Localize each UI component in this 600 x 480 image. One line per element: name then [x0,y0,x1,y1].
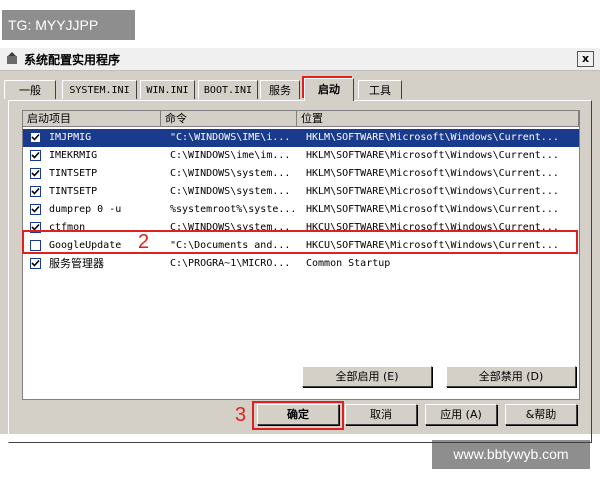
item-name: IMEKRMIG [49,150,98,161]
highlight-google-update-row [22,230,578,254]
list-header: 启动项目 命令 位置 [23,111,579,127]
checkbox[interactable] [30,258,41,269]
check-icon [31,169,40,177]
check-icon [31,187,40,195]
checkbox[interactable] [30,132,41,143]
list-item[interactable]: TINTSETP C:\WINDOWS\system... HKLM\SOFTW… [23,165,579,183]
item-command: C:\PROGRA~1\MICRO... [170,258,291,269]
item-location: HKLM\SOFTWARE\Microsoft\Windows\Current.… [306,204,559,215]
check-icon [31,151,40,159]
tab-win-ini[interactable]: WIN.INI [140,80,195,99]
window-title: 系统配置实用程序 [24,53,121,67]
item-command: C:\WINDOWS\ime\im... [170,150,291,161]
watermark-top: TG: MYYJJPP [2,10,135,40]
item-name: IMJPMIG [49,132,92,143]
item-name: TINTSETP [49,186,98,197]
disable-all-button[interactable]: 全部禁用 (D) [446,366,576,387]
apply-button[interactable]: 应用 (A) [425,404,497,425]
check-icon [31,205,40,213]
tab-tools[interactable]: 工具 [358,80,402,99]
annotation-3: 3 [235,404,247,426]
column-startup-item[interactable]: 启动项目 [23,111,161,127]
list-item[interactable]: IMJPMIG "C:\WINDOWS\IME\i... HKLM\SOFTWA… [23,129,579,147]
item-name: TINTSETP [49,168,98,179]
app-icon [6,52,18,65]
checkbox[interactable] [30,168,41,179]
list-item[interactable]: TINTSETP C:\WINDOWS\system... HKLM\SOFTW… [23,183,579,201]
tab-general[interactable]: 一般 [4,80,56,99]
item-name: 服务管理器 [49,257,104,270]
tab-boot-ini[interactable]: BOOT.INI [198,80,258,99]
item-name: dumprep 0 -u [49,204,122,215]
list-item[interactable]: IMEKRMIG C:\WINDOWS\ime\im... HKLM\SOFTW… [23,147,579,165]
check-icon [31,133,40,141]
annotation-2: 2 [138,231,150,253]
checkbox[interactable] [30,204,41,215]
close-button[interactable]: x [577,51,594,67]
check-icon [31,259,40,267]
watermark-bottom: www.bbtywyb.com [432,440,590,469]
item-location: Common Startup [306,258,391,269]
item-command: C:\WINDOWS\system... [170,168,291,179]
item-command: "C:\WINDOWS\IME\i... [170,132,291,143]
list-item[interactable]: 服务管理器 C:\PROGRA~1\MICRO... Common Startu… [23,255,579,273]
enable-all-button[interactable]: 全部启用 (E) [302,366,432,387]
startup-list[interactable]: 启动项目 命令 位置 IMJPMIG "C:\WINDOWS\IME\i... … [22,110,580,400]
column-location[interactable]: 位置 [297,111,579,127]
item-command: %systemroot%\syste... [170,204,297,215]
highlight-ok-button [252,401,344,430]
column-command[interactable]: 命令 [161,111,297,127]
help-button[interactable]: &帮助 [505,404,577,425]
msconfig-dialog: 系统配置实用程序 x 一般 SYSTEM.INI WIN.INI BOOT.IN… [0,47,600,443]
item-command: C:\WINDOWS\system... [170,186,291,197]
item-location: HKLM\SOFTWARE\Microsoft\Windows\Current.… [306,168,559,179]
item-location: HKLM\SOFTWARE\Microsoft\Windows\Current.… [306,186,559,197]
list-item[interactable]: dumprep 0 -u %systemroot%\syste... HKLM\… [23,201,579,219]
item-location: HKLM\SOFTWARE\Microsoft\Windows\Current.… [306,150,559,161]
tab-strip: 一般 SYSTEM.INI WIN.INI BOOT.INI 服务 启动 工具 [4,78,594,101]
checkbox[interactable] [30,186,41,197]
item-location: HKLM\SOFTWARE\Microsoft\Windows\Current.… [306,132,559,143]
tab-system-ini[interactable]: SYSTEM.INI [62,80,137,99]
tab-services[interactable]: 服务 [260,80,300,99]
title-bar: 系统配置实用程序 x [0,48,600,71]
cancel-button[interactable]: 取消 [345,404,417,425]
tab-startup[interactable]: 启动 [304,78,354,101]
checkbox[interactable] [30,150,41,161]
